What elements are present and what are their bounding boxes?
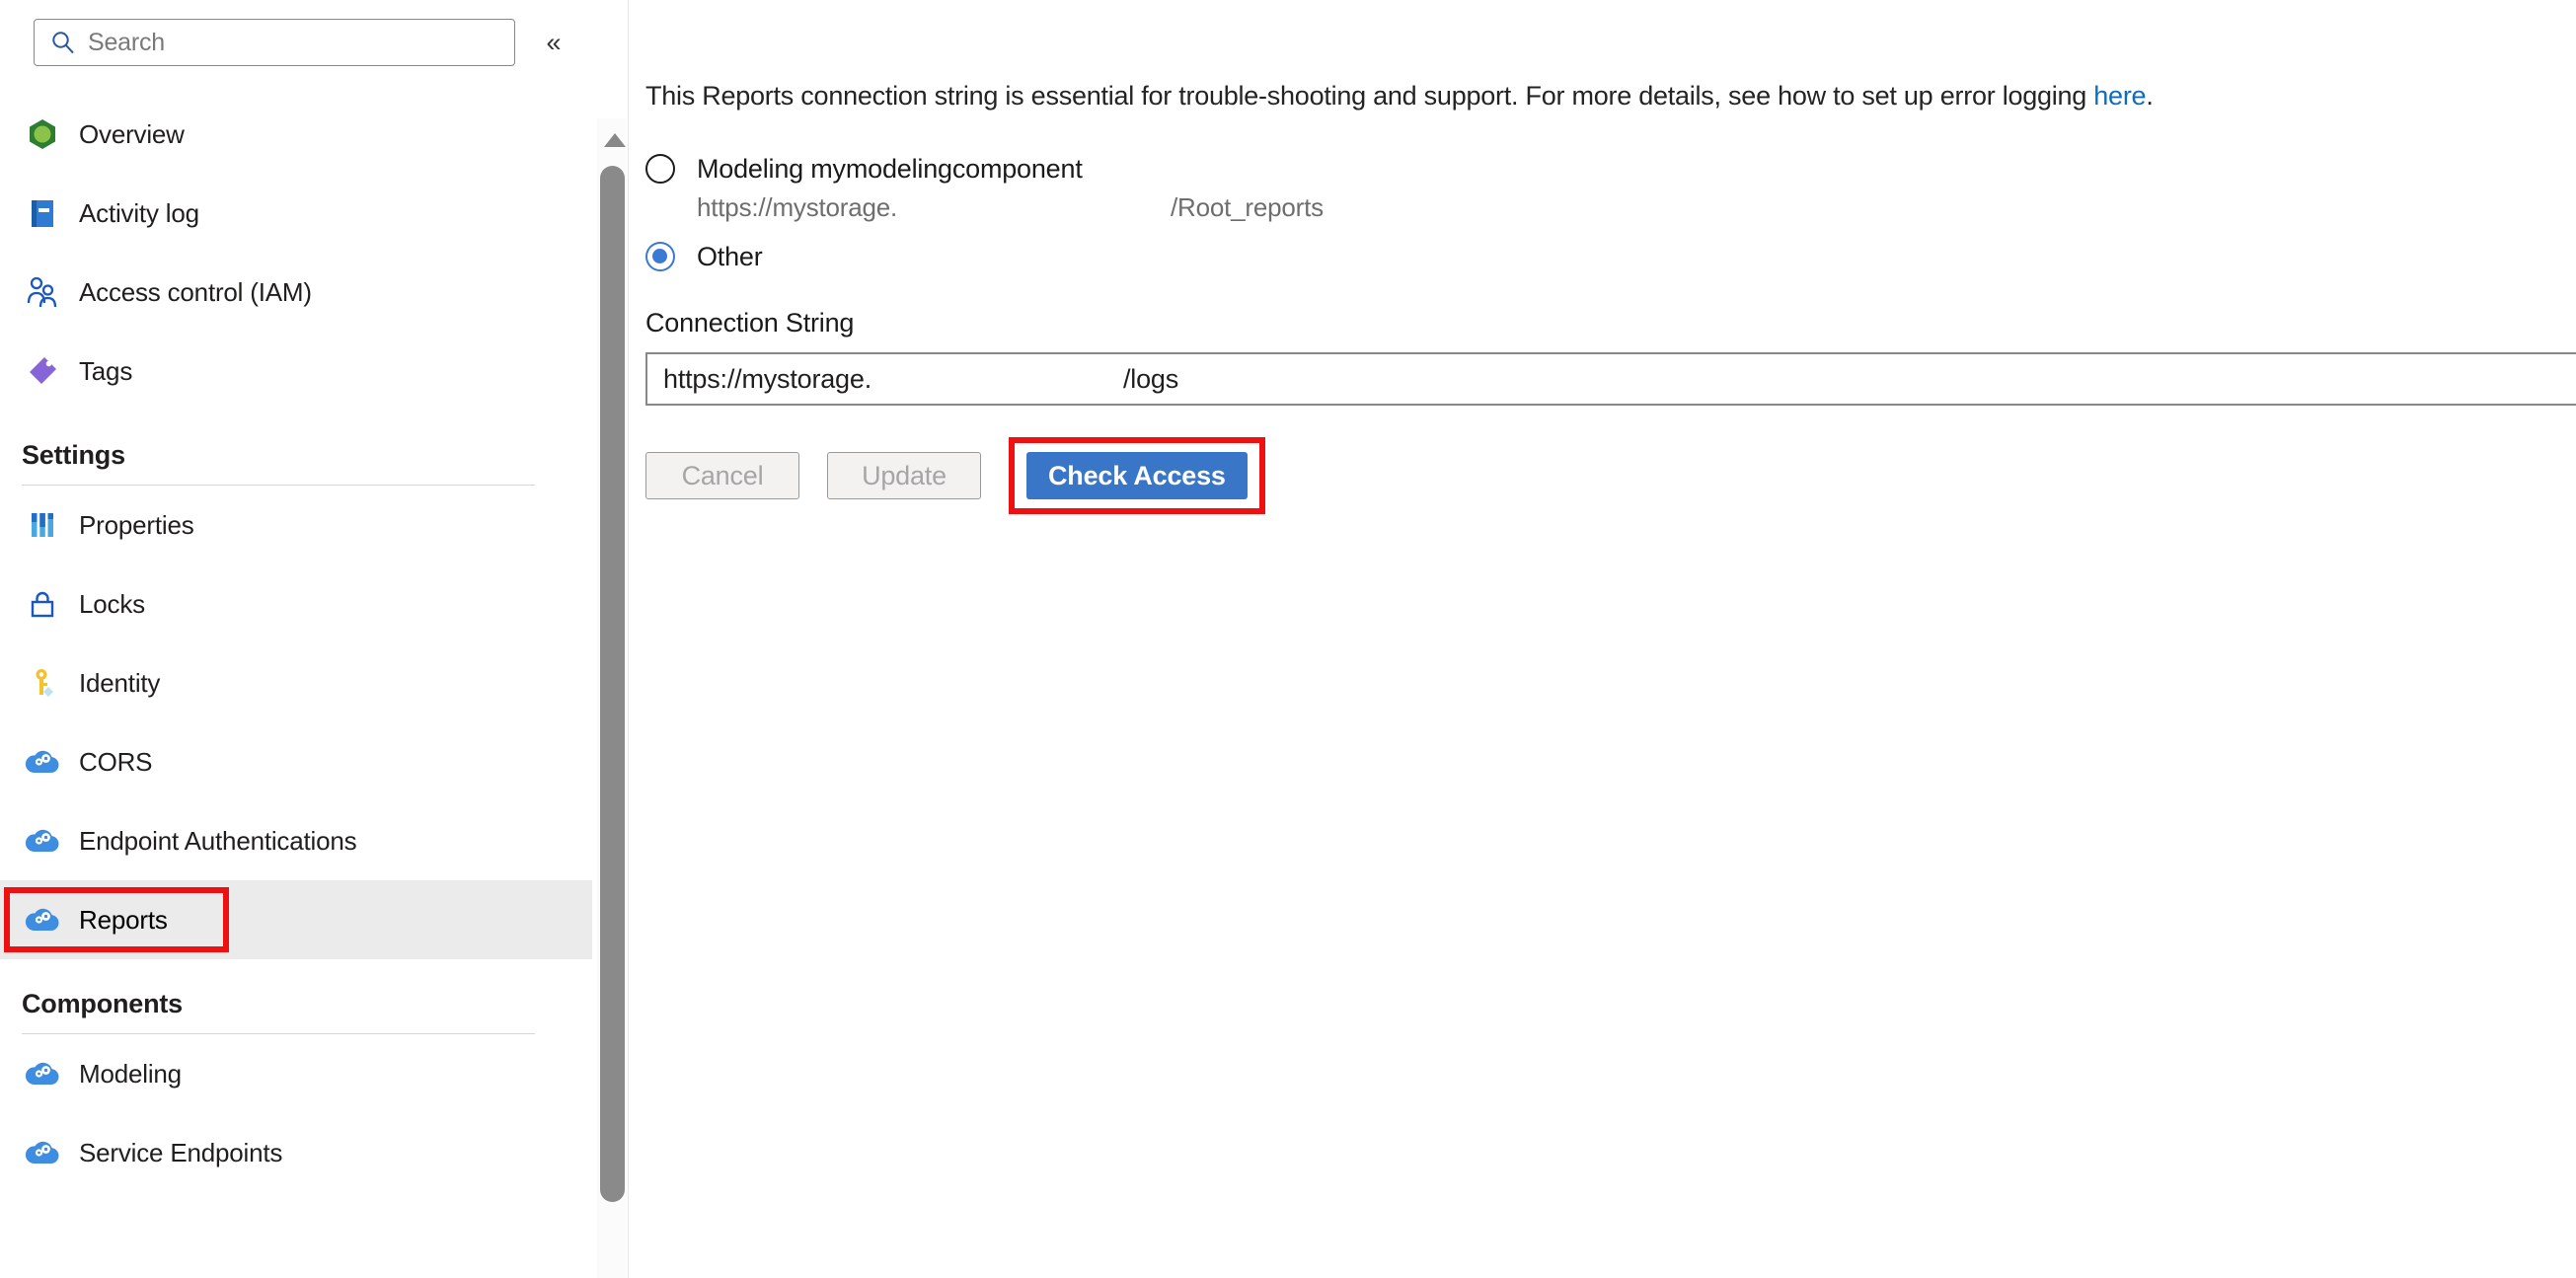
lock-icon	[22, 583, 63, 625]
sidebar-item-label: Identity	[79, 667, 161, 698]
sidebar-item-overview[interactable]: Overview	[0, 95, 592, 174]
activity-log-book-icon	[22, 192, 63, 234]
collapse-sidebar-button[interactable]: «	[537, 26, 570, 59]
sidebar-item-label: Activity log	[79, 197, 199, 228]
sidebar-item-label: CORS	[79, 746, 153, 777]
action-button-row: Cancel Update Check Access	[645, 437, 2576, 514]
radio-modeling-path-suffix: /Root_reports	[1171, 192, 1324, 222]
main-content: This Reports connection string is essent…	[592, 0, 2576, 1278]
sidebar-item-tags[interactable]: Tags	[0, 332, 592, 411]
sidebar-nav-list: Overview Activity log Access control (IA…	[0, 95, 592, 1192]
radio-option-other[interactable]: Other	[645, 235, 2576, 278]
sidebar-item-label: Modeling	[79, 1058, 182, 1089]
sidebar-item-activity-log[interactable]: Activity log	[0, 174, 592, 253]
sidebar-item-modeling[interactable]: Modeling	[0, 1034, 592, 1113]
radio-button-other[interactable]	[645, 242, 675, 271]
connection-string-input[interactable]: https://mystorage. /logs	[645, 352, 2576, 406]
tags-icon	[22, 350, 63, 392]
radio-modeling-path: https://mystorage. /Root_reports	[697, 192, 2576, 223]
app-root: Search « Overview Activity log Access co…	[0, 0, 2576, 1278]
sidebar-item-cors[interactable]: CORS	[0, 722, 592, 801]
search-placeholder: Search	[88, 28, 166, 56]
sidebar-item-service-endpoints[interactable]: Service Endpoints	[0, 1113, 592, 1192]
overview-hexagon-icon	[22, 113, 63, 155]
cloud-gear-icon	[22, 1053, 63, 1094]
sidebar-section-title: Components	[22, 989, 183, 1018]
sidebar-section-components: Components	[0, 989, 592, 1034]
check-access-button[interactable]: Check Access	[1026, 452, 1248, 499]
sidebar: Search « Overview Activity log Access co…	[0, 0, 629, 1278]
sidebar-item-reports[interactable]: Reports	[0, 880, 592, 959]
description-after-link: .	[2146, 81, 2154, 111]
sidebar-section-title: Settings	[22, 440, 125, 470]
sidebar-item-label: Tags	[79, 355, 133, 386]
cloud-gear-icon	[22, 1132, 63, 1173]
cloud-gear-icon	[22, 741, 63, 783]
sidebar-item-label: Endpoint Authentications	[79, 825, 357, 856]
radio-label-modeling: Modeling mymodelingcomponent	[697, 153, 1083, 184]
cancel-button[interactable]: Cancel	[645, 452, 799, 499]
radio-modeling-path-prefix: https://mystorage.	[697, 192, 898, 222]
search-icon	[50, 30, 76, 55]
properties-bars-icon	[22, 504, 63, 546]
sidebar-item-label: Overview	[79, 118, 185, 149]
sidebar-search-row: Search «	[0, 0, 592, 85]
access-control-people-icon	[22, 271, 63, 313]
sidebar-item-endpoint-authentications[interactable]: Endpoint Authentications	[0, 801, 592, 880]
identity-key-icon	[22, 662, 63, 704]
check-access-highlight-outline: Check Access	[1009, 437, 1265, 514]
radio-option-modeling[interactable]: Modeling mymodelingcomponent	[645, 147, 2576, 190]
sidebar-item-identity[interactable]: Identity	[0, 643, 592, 722]
description-before-link: This Reports connection string is essent…	[645, 81, 2094, 111]
sidebar-item-properties[interactable]: Properties	[0, 486, 592, 564]
connection-string-value-suffix: /logs	[1123, 363, 1179, 394]
error-logging-link[interactable]: here	[2093, 81, 2146, 111]
connection-string-label: Connection String	[645, 308, 855, 338]
sidebar-item-label: Access control (IAM)	[79, 276, 312, 307]
radio-label-other: Other	[697, 241, 763, 271]
sidebar-item-access-control[interactable]: Access control (IAM)	[0, 253, 592, 332]
cloud-gear-icon	[22, 899, 63, 940]
update-button[interactable]: Update	[827, 452, 981, 499]
sidebar-item-locks[interactable]: Locks	[0, 564, 592, 643]
sidebar-item-label: Reports	[79, 904, 168, 935]
sidebar-item-label: Properties	[79, 509, 194, 540]
description-text: This Reports connection string is essent…	[645, 81, 2576, 112]
cloud-gear-icon	[22, 820, 63, 862]
sidebar-item-label: Service Endpoints	[79, 1137, 283, 1167]
search-input[interactable]: Search	[34, 19, 515, 66]
sidebar-item-label: Locks	[79, 588, 145, 619]
connection-source-radio-group: Modeling mymodelingcomponent https://mys…	[645, 147, 2576, 278]
sidebar-section-settings: Settings	[0, 440, 592, 486]
connection-string-value-prefix: https://mystorage.	[663, 363, 871, 394]
radio-button-modeling[interactable]	[645, 154, 675, 184]
